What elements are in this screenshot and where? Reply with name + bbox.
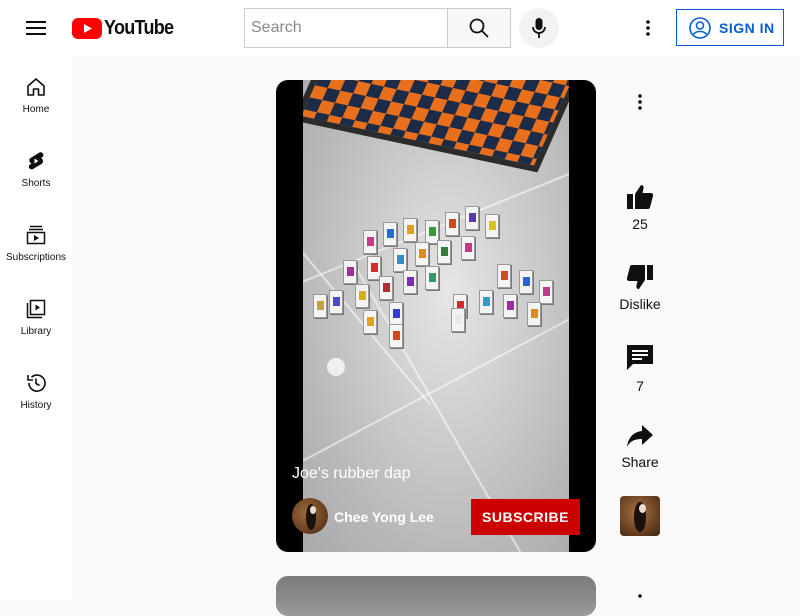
next-video-more-button[interactable] — [628, 588, 652, 608]
thumbs-down-icon — [626, 265, 653, 289]
sign-in-button[interactable]: SIGN IN — [676, 9, 784, 46]
video-more-button[interactable] — [610, 94, 670, 110]
sound-thumbnail[interactable] — [620, 496, 660, 536]
sidebar-item-label: Library — [20, 326, 52, 337]
comment-count: 7 — [636, 378, 644, 394]
channel-avatar[interactable] — [292, 498, 328, 534]
sidebar-item-home[interactable]: Home — [0, 56, 72, 130]
comment-icon — [627, 345, 653, 370]
sidebar-item-library[interactable]: Library — [0, 278, 72, 352]
checkerboard — [303, 80, 569, 173]
top-bar: YouTube SIGN IN — [0, 0, 800, 56]
sidebar: Home Shorts Subscriptions Library Histor… — [0, 56, 72, 600]
subscribe-button[interactable]: SUBSCRIBE — [471, 499, 580, 535]
share-icon — [627, 425, 653, 447]
sidebar-item-subscriptions[interactable]: Subscriptions — [0, 204, 72, 278]
microphone-icon — [532, 18, 546, 38]
like-button[interactable]: 25 — [610, 184, 670, 232]
dislike-button[interactable]: Dislike — [610, 264, 670, 312]
logo-text: YouTube — [104, 16, 174, 39]
more-vert-icon — [638, 94, 642, 110]
hamburger-icon — [26, 21, 46, 35]
sidebar-item-shorts[interactable]: Shorts — [0, 130, 72, 204]
comments-button[interactable]: 7 — [610, 344, 670, 394]
more-vert-icon — [638, 594, 642, 598]
dislike-label: Dislike — [619, 296, 661, 312]
youtube-logo[interactable]: YouTube — [72, 17, 181, 39]
search-field[interactable] — [244, 8, 448, 48]
more-vert-icon — [646, 20, 650, 36]
sidebar-item-history[interactable]: History — [0, 352, 72, 426]
account-circle-icon — [689, 16, 711, 39]
sidebar-item-label: Home — [22, 104, 50, 115]
share-label: Share — [621, 454, 659, 470]
next-shorts-video[interactable] — [276, 576, 596, 616]
search-icon — [469, 18, 489, 38]
voice-search-button[interactable] — [519, 8, 559, 48]
settings-menu-button[interactable] — [628, 8, 668, 48]
youtube-logo-icon — [72, 17, 102, 39]
action-bar: 25 Dislike 7 Share — [610, 80, 670, 550]
share-button[interactable]: Share — [610, 424, 670, 470]
menu-button[interactable] — [16, 8, 56, 48]
shorts-icon — [28, 152, 44, 170]
channel-name[interactable]: Chee Yong Lee — [334, 509, 434, 525]
shorts-video-player[interactable]: Joe's rubber dap Chee Yong Lee SUBSCRIBE — [276, 80, 596, 552]
search-button[interactable] — [447, 8, 511, 48]
sidebar-item-label: Subscriptions — [5, 252, 67, 263]
sidebar-item-label: History — [20, 400, 52, 411]
sidebar-item-label: Shorts — [21, 178, 51, 189]
home-icon — [27, 78, 45, 96]
subscriptions-icon — [26, 225, 46, 245]
sign-in-label: SIGN IN — [719, 19, 775, 36]
library-icon — [26, 299, 46, 319]
video-title[interactable]: Joe's rubber dap — [292, 465, 411, 483]
like-count: 25 — [632, 216, 648, 232]
history-icon — [27, 374, 46, 392]
search-input[interactable] — [251, 19, 448, 37]
thumbs-up-icon — [627, 185, 654, 209]
